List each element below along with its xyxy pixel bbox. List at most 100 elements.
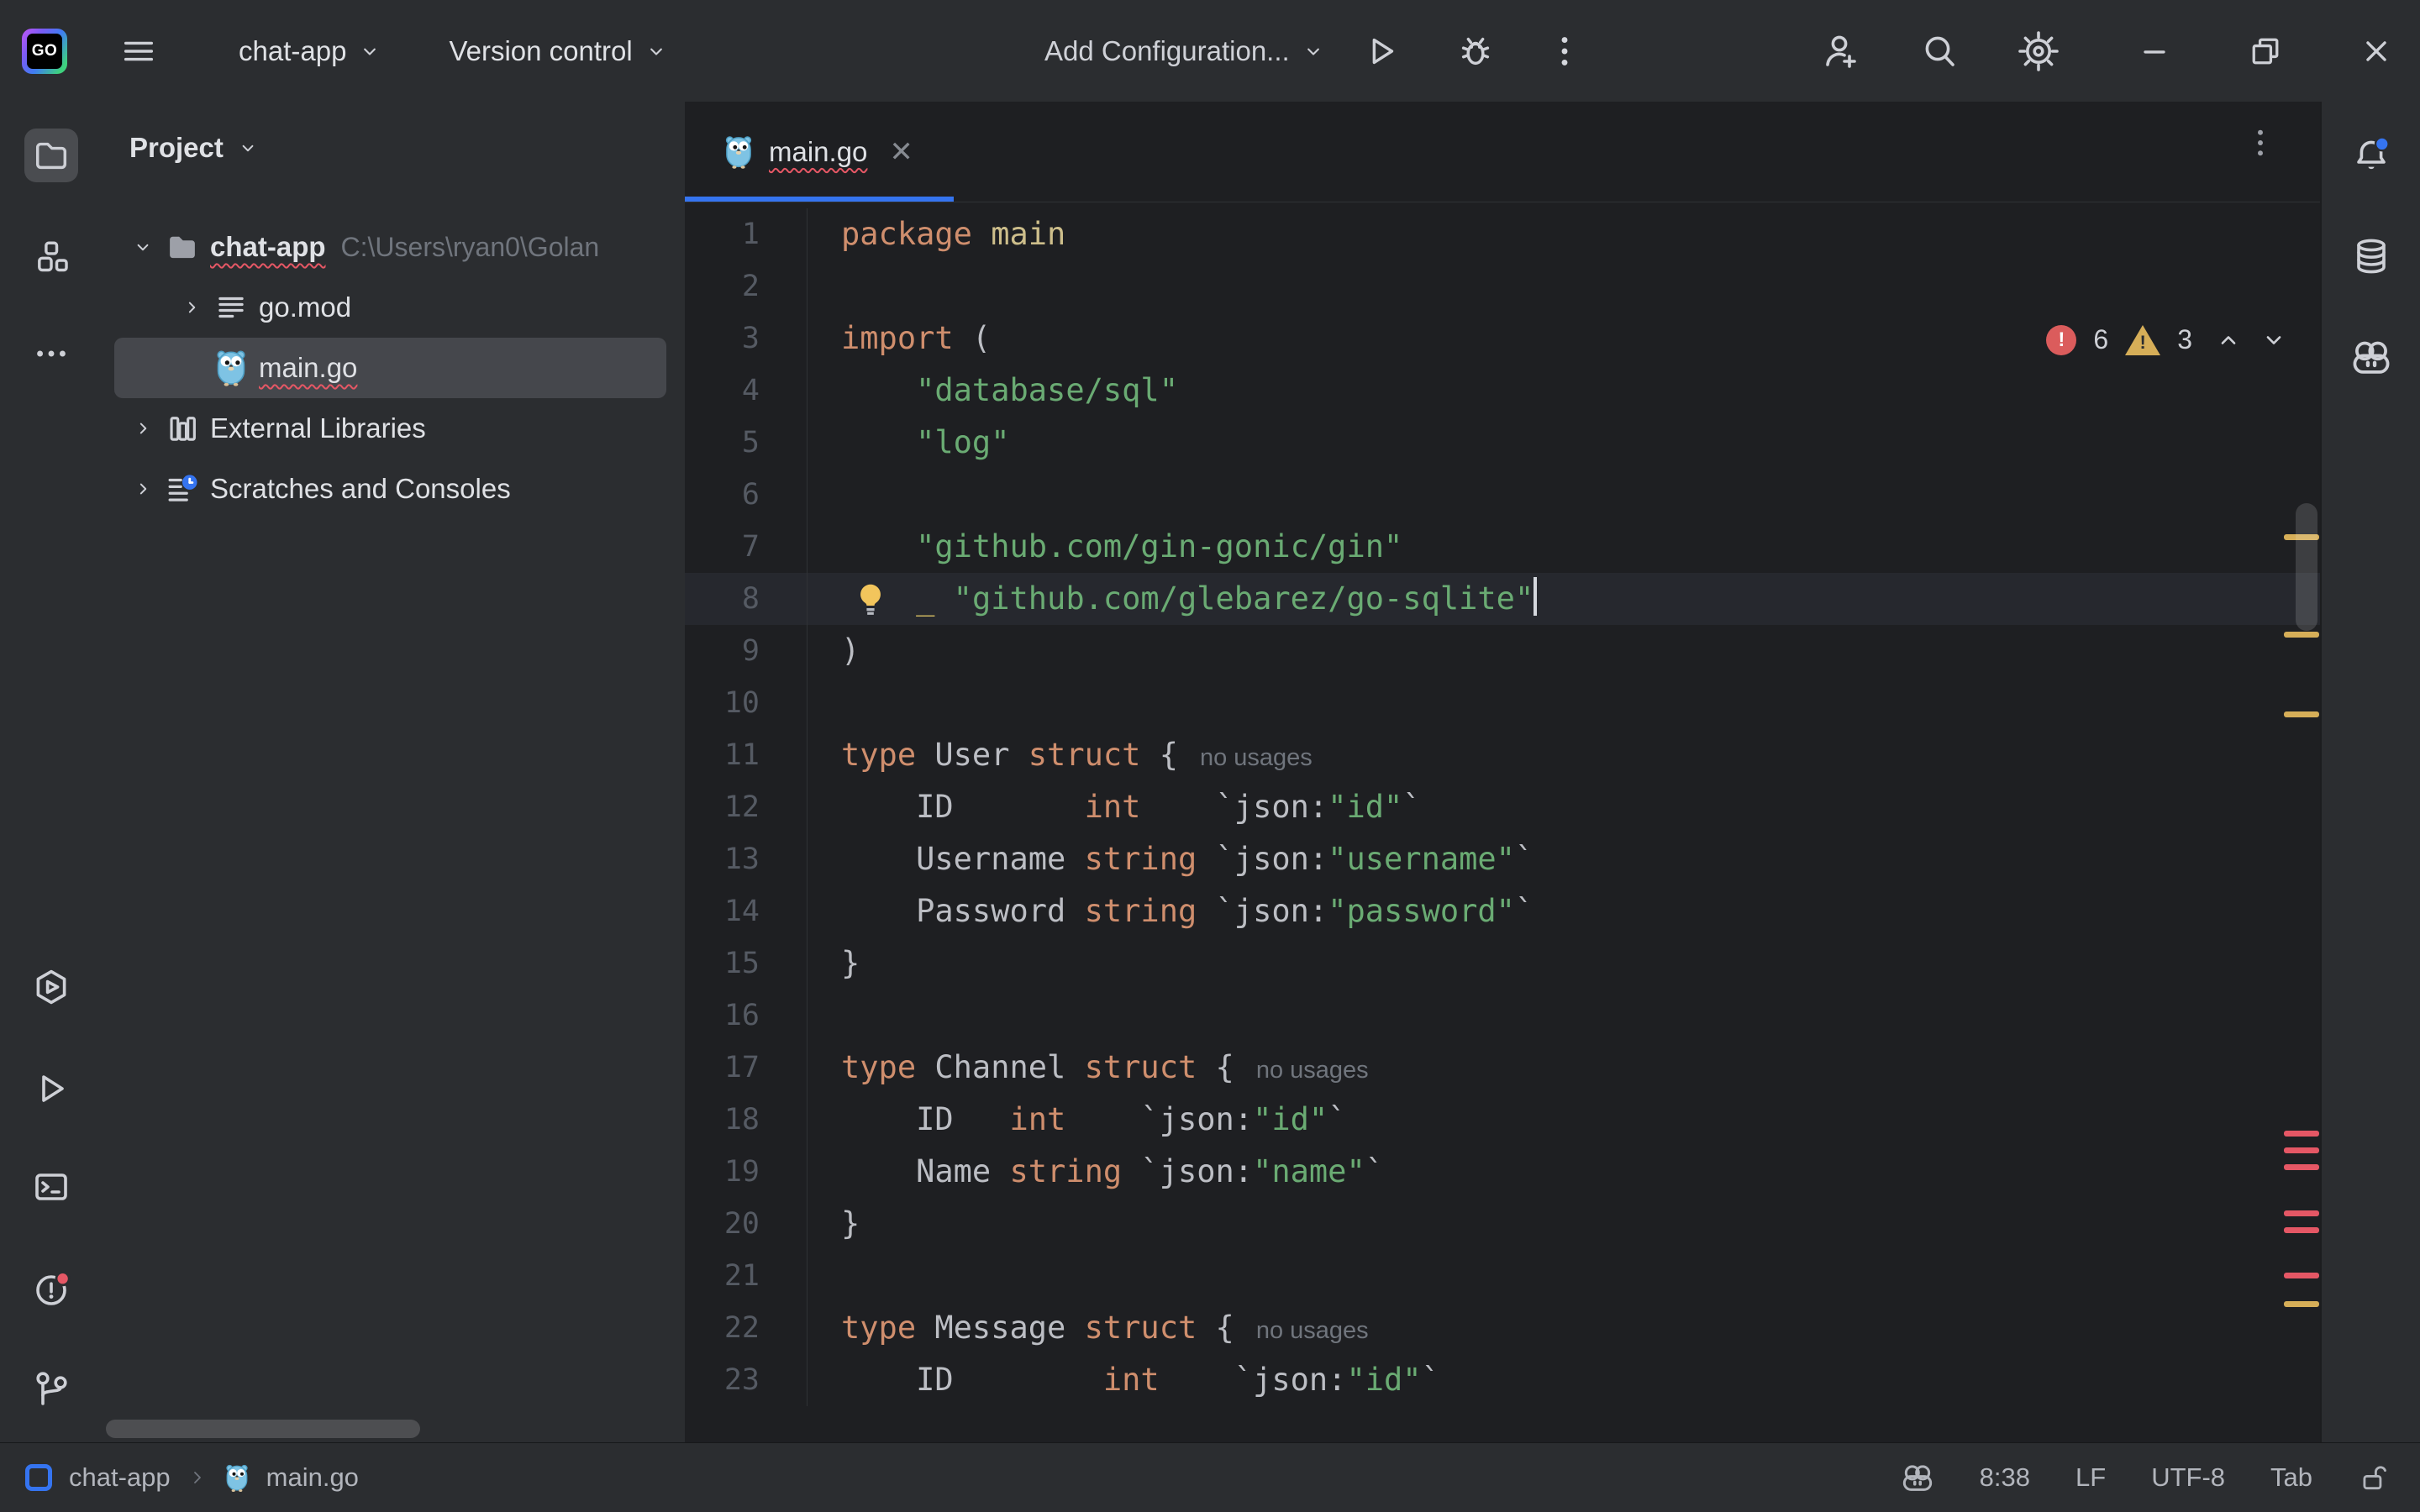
structure-tool-button[interactable] xyxy=(24,229,78,283)
vcs-selector-label: Version control xyxy=(449,35,632,67)
search-everywhere-button[interactable] xyxy=(1919,31,1960,71)
tree-item-label: chat-app xyxy=(210,231,326,263)
warning-count: 3 xyxy=(2177,324,2192,355)
editor-area: main.go ✕ 123456789101112131415161718192… xyxy=(685,102,2322,1443)
go-file-gopher-icon xyxy=(723,134,754,170)
goland-logo-icon: GO xyxy=(22,29,67,74)
minimize-icon xyxy=(2136,33,2173,70)
status-bar: chat-app main.go 8:38 LF UTF-8 Tab xyxy=(0,1442,2420,1512)
services-tool-button[interactable] xyxy=(24,960,78,1014)
tree-item-scratches[interactable]: Scratches and Consoles xyxy=(103,459,685,519)
run-configuration-selector[interactable]: Add Configuration... xyxy=(1038,24,1332,79)
ai-assistant-status-icon[interactable] xyxy=(1901,1461,1934,1494)
tab-main-go[interactable]: main.go ✕ xyxy=(685,102,942,202)
tab-close-icon[interactable]: ✕ xyxy=(889,135,913,169)
project-selector-label: chat-app xyxy=(239,35,346,67)
close-icon xyxy=(2358,33,2395,70)
folder-icon xyxy=(32,136,71,175)
add-user-icon xyxy=(1820,31,1860,71)
tree-item-external-libraries[interactable]: External Libraries xyxy=(103,398,685,459)
libraries-icon xyxy=(163,409,202,448)
run-button[interactable] xyxy=(1362,32,1401,71)
tree-item-label: go.mod xyxy=(259,291,351,323)
editor-vertical-scrollbar[interactable] xyxy=(2296,503,2317,631)
tree-item-label: External Libraries xyxy=(210,412,426,444)
ai-assistant-tool-button[interactable] xyxy=(2344,330,2398,384)
folder-icon xyxy=(163,228,202,266)
project-panel-header[interactable]: Project xyxy=(129,132,259,164)
error-stripe[interactable] xyxy=(2284,202,2319,1443)
settings-button[interactable] xyxy=(2018,31,2059,71)
chevron-down-icon xyxy=(644,39,668,63)
vcs-selector[interactable]: Version control xyxy=(434,24,682,79)
chevron-down-icon xyxy=(237,137,259,159)
go-file-gopher-icon xyxy=(224,1463,250,1493)
encoding-widget[interactable]: UTF-8 xyxy=(2151,1462,2225,1493)
debug-button[interactable] xyxy=(1456,32,1495,71)
problems-tool-button[interactable] xyxy=(24,1263,78,1316)
run-tool-button[interactable] xyxy=(24,1062,78,1116)
services-icon xyxy=(31,967,71,1007)
ai-assistant-icon xyxy=(2350,336,2392,378)
tab-options-button[interactable] xyxy=(2243,125,2278,165)
project-panel: Project chat-app C:\Users\ryan0\Golan xyxy=(103,102,685,1443)
structure-icon xyxy=(32,237,71,276)
minimize-button[interactable] xyxy=(2136,33,2173,70)
more-tools-button[interactable] xyxy=(24,327,78,381)
more-actions-button[interactable] xyxy=(1545,32,1584,71)
scratches-icon xyxy=(163,470,202,508)
code-editor[interactable]: 1234567891011121314151617181920212223 pa… xyxy=(685,202,2322,1443)
status-breadcrumb[interactable]: chat-app main.go xyxy=(0,1462,359,1493)
database-icon xyxy=(2351,236,2391,276)
problems-icon xyxy=(31,1269,71,1310)
bug-icon xyxy=(1456,32,1495,71)
tree-item-go-mod[interactable]: go.mod xyxy=(103,277,685,338)
chevron-down-icon xyxy=(358,39,381,63)
go-mod-file-icon xyxy=(212,288,250,327)
chevron-right-icon xyxy=(187,1467,208,1488)
chevron-expanded-icon[interactable] xyxy=(128,236,158,258)
git-branch-icon xyxy=(31,1368,71,1409)
notifications-button[interactable] xyxy=(2344,129,2398,182)
code-with-me-button[interactable] xyxy=(1820,31,1860,71)
project-selector[interactable]: chat-app xyxy=(224,24,397,79)
chevron-collapsed-icon[interactable] xyxy=(176,297,207,318)
hamburger-icon xyxy=(119,32,158,71)
chevron-collapsed-icon[interactable] xyxy=(128,417,158,439)
caret-position-widget[interactable]: 8:38 xyxy=(1980,1462,2030,1493)
tree-item-label: Scratches and Consoles xyxy=(210,473,511,505)
lock-open-icon[interactable] xyxy=(2358,1462,2390,1494)
kebab-menu-icon xyxy=(2243,125,2278,160)
chevron-down-icon xyxy=(1302,39,1325,63)
close-button[interactable] xyxy=(2358,33,2395,70)
project-tool-button[interactable] xyxy=(24,129,78,182)
database-tool-button[interactable] xyxy=(2344,229,2398,283)
warning-badge-icon: ! xyxy=(2125,325,2160,355)
tree-item-chat-app[interactable]: chat-app C:\Users\ryan0\Golan xyxy=(103,217,685,277)
go-file-gopher-icon xyxy=(212,349,250,387)
restore-window-icon xyxy=(2247,33,2284,70)
tree-item-path: C:\Users\ryan0\Golan xyxy=(341,232,600,263)
error-count: 6 xyxy=(2093,324,2108,355)
tree-item-main-go[interactable]: main.go xyxy=(103,338,685,398)
error-badge-icon: ! xyxy=(2046,325,2076,355)
git-tool-button[interactable] xyxy=(24,1362,78,1415)
play-icon xyxy=(1362,32,1401,71)
breadcrumb-project: chat-app xyxy=(69,1462,171,1493)
main-menu-button[interactable] xyxy=(119,32,158,71)
indent-widget[interactable]: Tab xyxy=(2270,1462,2312,1493)
editor-gutter[interactable]: 1234567891011121314151617181920212223 xyxy=(685,208,808,1406)
terminal-icon xyxy=(31,1167,71,1207)
editor-tab-bar: main.go ✕ xyxy=(685,102,2322,202)
restore-button[interactable] xyxy=(2247,33,2284,70)
play-icon xyxy=(31,1068,71,1109)
chevron-collapsed-icon[interactable] xyxy=(128,478,158,500)
inspections-widget[interactable]: ! 6 ! 3 xyxy=(2046,324,2288,355)
line-separator-widget[interactable]: LF xyxy=(2075,1462,2106,1493)
project-panel-title: Project xyxy=(129,132,224,164)
previous-problem-button[interactable] xyxy=(2214,326,2243,354)
run-configuration-label: Add Configuration... xyxy=(1044,35,1290,67)
terminal-tool-button[interactable] xyxy=(24,1160,78,1214)
code-lines[interactable]: package mainimport ( "database/sql" "log… xyxy=(841,208,1537,1406)
project-horizontal-scrollbar[interactable] xyxy=(106,1420,420,1438)
